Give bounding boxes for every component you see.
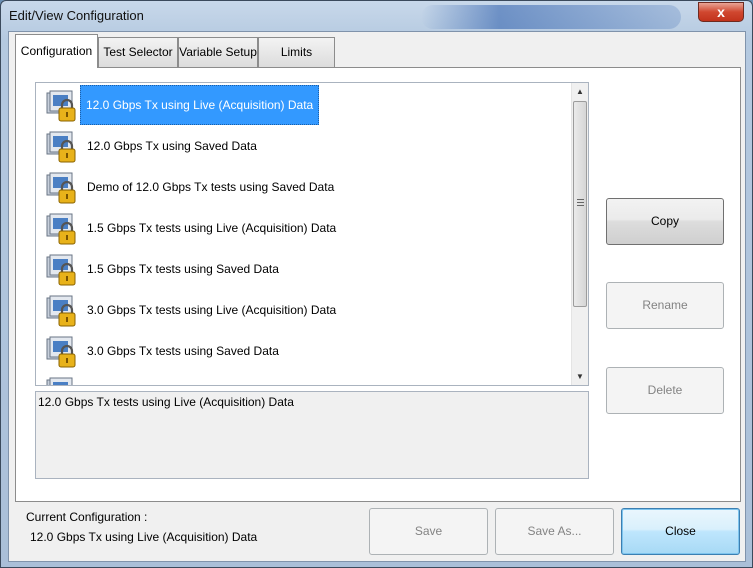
tab-variable-setup[interactable]: Variable Setup [178, 37, 258, 67]
locked-config-icon [45, 212, 79, 246]
close-button[interactable]: Close [621, 508, 740, 555]
current-configuration-label: Current Configuration : [26, 510, 148, 524]
scroll-thumb[interactable] [573, 101, 587, 307]
copy-button[interactable]: Copy [606, 198, 724, 245]
scroll-down-arrow-icon[interactable]: ▼ [572, 368, 588, 385]
config-list-item[interactable]: 3.0 Gbps Tx tests using Live (Acquisitio… [36, 290, 572, 331]
config-list-item[interactable]: 3.0 Gbps Tx tests using Saved Data [36, 331, 572, 372]
dialog-client-area: Configuration Test Selector Variable Set… [8, 31, 746, 562]
config-dialog-window: Edit/View Configuration x Configuration … [0, 0, 753, 568]
list-scrollbar[interactable]: ▲ ▼ [571, 83, 588, 385]
current-configuration-value: 12.0 Gbps Tx using Live (Acquisition) Da… [30, 530, 258, 544]
tab-limits[interactable]: Limits [258, 37, 335, 67]
locked-config-icon [45, 171, 79, 205]
save-button[interactable]: Save [369, 508, 488, 555]
config-list-item-label: 3.0 Gbps Tx tests using Live (Acquisitio… [87, 303, 337, 317]
config-list-item-label: Demo of 12.0 Gbps Tx tests using Saved D… [87, 180, 335, 194]
config-list-item[interactable]: 12.0 Gbps Tx using Live (Acquisition) Da… [36, 85, 572, 126]
config-list-item[interactable]: Demo of 12.0 Gbps Tx tests using Saved D… [36, 167, 572, 208]
config-list-item[interactable] [36, 372, 572, 385]
locked-config-icon [45, 89, 79, 123]
window-close-button[interactable]: x [698, 2, 744, 22]
config-list-item-label: 1.5 Gbps Tx tests using Live (Acquisitio… [87, 221, 337, 235]
scroll-up-arrow-icon[interactable]: ▲ [572, 83, 588, 100]
window-title: Edit/View Configuration [9, 8, 144, 23]
tab-configuration-label: Configuration [20, 44, 93, 58]
configuration-tab-panel: 12.0 Gbps Tx using Live (Acquisition) Da… [15, 67, 741, 502]
configuration-listbox[interactable]: 12.0 Gbps Tx using Live (Acquisition) Da… [35, 82, 589, 386]
config-list-item-label: 3.0 Gbps Tx tests using Saved Data [87, 344, 279, 358]
locked-config-icon [45, 294, 79, 328]
locked-config-icon [45, 130, 79, 164]
save-as-button[interactable]: Save As... [495, 508, 614, 555]
tab-variable-setup-label: Variable Setup [179, 45, 257, 59]
title-bar-background-logo [421, 5, 681, 29]
scroll-grip-icon [577, 199, 584, 206]
config-list-item[interactable]: 12.0 Gbps Tx using Saved Data [36, 126, 572, 167]
locked-config-icon [45, 335, 79, 369]
config-list-item-label: 12.0 Gbps Tx using Live (Acquisition) Da… [80, 85, 320, 125]
config-list-item[interactable]: 1.5 Gbps Tx tests using Saved Data [36, 249, 572, 290]
locked-config-icon [45, 376, 79, 385]
config-list-item-label: 1.5 Gbps Tx tests using Saved Data [87, 262, 279, 276]
tab-configuration[interactable]: Configuration [15, 34, 98, 68]
config-list-item-label: 12.0 Gbps Tx using Saved Data [87, 139, 257, 153]
tab-test-selector-label: Test Selector [103, 45, 173, 59]
locked-config-icon [45, 253, 79, 287]
tab-limits-label: Limits [280, 45, 313, 59]
config-list-item[interactable]: 1.5 Gbps Tx tests using Live (Acquisitio… [36, 208, 572, 249]
configuration-description: 12.0 Gbps Tx tests using Live (Acquisiti… [35, 391, 589, 479]
rename-button[interactable]: Rename [606, 282, 724, 329]
title-bar[interactable]: Edit/View Configuration x [1, 1, 752, 31]
tab-test-selector[interactable]: Test Selector [98, 37, 178, 67]
close-icon: x [717, 4, 725, 20]
delete-button[interactable]: Delete [606, 367, 724, 414]
